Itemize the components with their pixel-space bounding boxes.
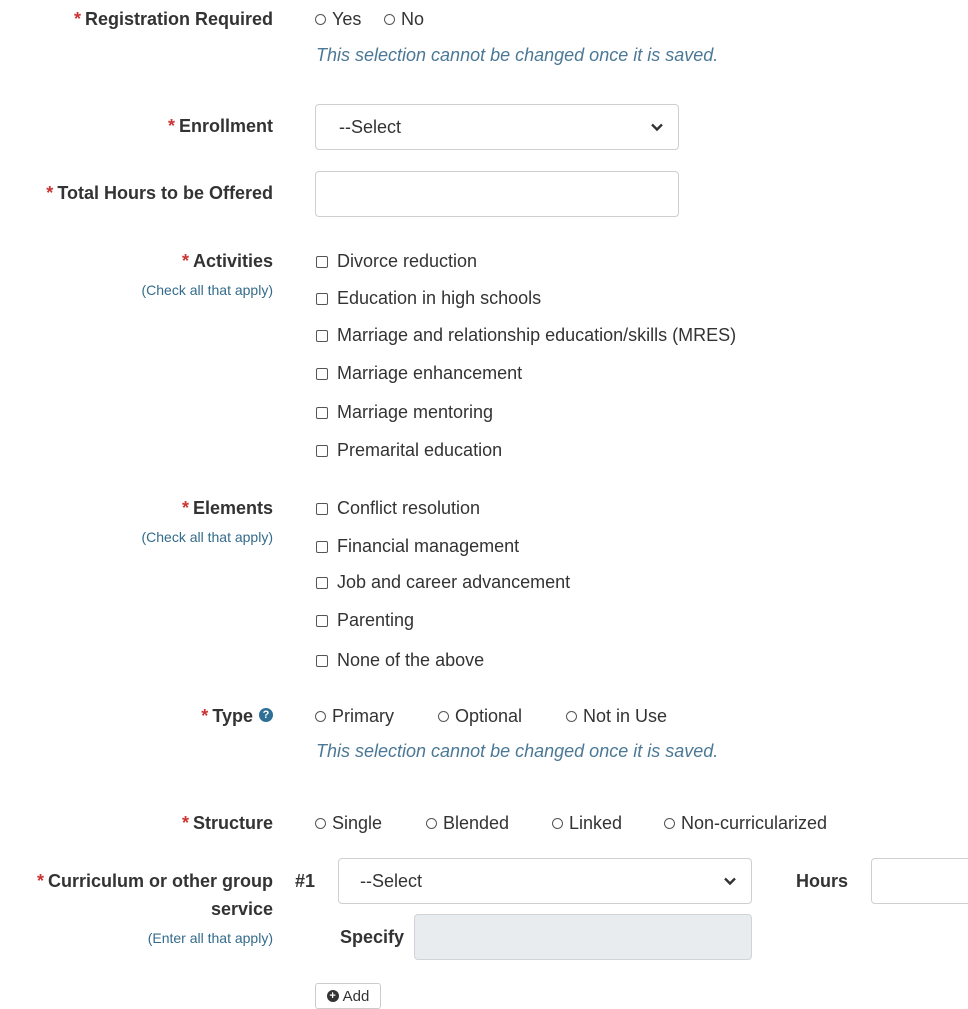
chevron-down-icon bbox=[651, 123, 663, 132]
activity-checkbox[interactable]: Education in high schools bbox=[316, 288, 541, 309]
radio-circle-icon bbox=[426, 818, 437, 829]
activity-checkbox[interactable]: Divorce reduction bbox=[316, 251, 477, 272]
radio-circle-icon bbox=[315, 711, 326, 722]
checkbox-icon bbox=[316, 614, 328, 627]
registration-note: This selection cannot be changed once it… bbox=[316, 45, 719, 65]
enrollment-label: * Enrollment bbox=[167, 116, 273, 136]
registration-no-radio[interactable]: No bbox=[384, 9, 424, 30]
element-checkbox[interactable]: Parenting bbox=[316, 610, 414, 631]
radio-circle-icon bbox=[552, 818, 563, 829]
specify-label: Specify bbox=[340, 927, 405, 947]
radio-circle-icon bbox=[315, 818, 326, 829]
checkbox-icon bbox=[316, 540, 328, 553]
question-circle-icon[interactable]: ? bbox=[259, 708, 273, 723]
element-checkbox[interactable]: None of the above bbox=[316, 650, 484, 671]
radio-circle-icon bbox=[566, 711, 577, 722]
checkbox-icon bbox=[316, 255, 328, 268]
radio-circle-icon bbox=[384, 14, 395, 25]
structure-single-radio[interactable]: Single bbox=[315, 813, 382, 834]
checkbox-icon bbox=[316, 292, 328, 305]
enrollment-select[interactable]: --Select bbox=[315, 104, 679, 150]
checkbox-icon bbox=[316, 502, 328, 515]
total-hours-label: * Total Hours to be Offered bbox=[46, 183, 273, 203]
element-checkbox[interactable]: Financial management bbox=[316, 536, 519, 557]
hours-input[interactable] bbox=[871, 858, 968, 904]
type-optional-radio[interactable]: Optional bbox=[438, 706, 522, 727]
type-label: * Type? bbox=[201, 706, 273, 727]
structure-linked-radio[interactable]: Linked bbox=[552, 813, 622, 834]
registration-yes-radio[interactable]: Yes bbox=[315, 9, 361, 30]
type-primary-radio[interactable]: Primary bbox=[315, 706, 394, 727]
specify-input[interactable] bbox=[414, 914, 752, 960]
activity-checkbox[interactable]: Marriage mentoring bbox=[316, 402, 493, 423]
activities-label: * Activities bbox=[181, 251, 273, 271]
element-checkbox[interactable]: Conflict resolution bbox=[316, 498, 480, 519]
activities-hint: (Check all that apply) bbox=[141, 282, 273, 298]
radio-circle-icon bbox=[664, 818, 675, 829]
curriculum-select[interactable]: --Select bbox=[338, 858, 752, 904]
radio-circle-icon bbox=[438, 711, 449, 722]
elements-label: * Elements bbox=[181, 498, 273, 518]
type-not-in-use-radio[interactable]: Not in Use bbox=[566, 706, 667, 727]
checkbox-icon bbox=[316, 406, 328, 419]
curriculum-label-line2: service bbox=[210, 899, 273, 919]
curriculum-hint: (Enter all that apply) bbox=[147, 930, 273, 946]
registration-label: * Registration Required bbox=[73, 9, 273, 29]
checkbox-icon bbox=[316, 576, 328, 589]
curriculum-index: #1 bbox=[295, 871, 316, 891]
hours-label: Hours bbox=[796, 871, 849, 891]
checkbox-icon bbox=[316, 367, 328, 380]
checkbox-icon bbox=[316, 444, 328, 457]
activity-checkbox[interactable]: Marriage enhancement bbox=[316, 363, 522, 384]
element-checkbox[interactable]: Job and career advancement bbox=[316, 572, 570, 593]
checkbox-icon bbox=[316, 329, 328, 342]
curriculum-label: * Curriculum or other group bbox=[36, 871, 273, 891]
type-note: This selection cannot be changed once it… bbox=[316, 741, 719, 761]
chevron-down-icon bbox=[724, 877, 736, 886]
structure-non-curricularized-radio[interactable]: Non-curricularized bbox=[664, 813, 827, 834]
add-button[interactable]: + Add bbox=[315, 983, 381, 1009]
total-hours-input[interactable] bbox=[315, 171, 679, 217]
checkbox-icon bbox=[316, 654, 328, 667]
activity-checkbox[interactable]: Premarital education bbox=[316, 440, 502, 461]
elements-hint: (Check all that apply) bbox=[141, 529, 273, 545]
structure-blended-radio[interactable]: Blended bbox=[426, 813, 509, 834]
plus-circle-icon: + bbox=[326, 990, 339, 1002]
activity-checkbox[interactable]: Marriage and relationship education/skil… bbox=[316, 325, 736, 346]
structure-label: * Structure bbox=[181, 813, 273, 833]
radio-circle-icon bbox=[315, 14, 326, 25]
